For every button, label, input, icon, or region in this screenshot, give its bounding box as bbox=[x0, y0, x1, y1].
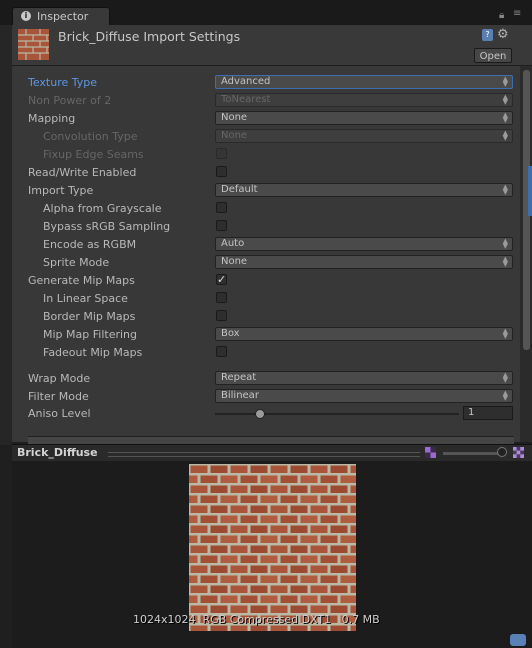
aniso-slider-track[interactable] bbox=[215, 413, 459, 415]
setting-label: Fixup Edge Seams bbox=[43, 148, 144, 161]
mip-level-slider[interactable] bbox=[443, 452, 503, 455]
setting-label: Convolution Type bbox=[43, 130, 138, 143]
setting-dropdown: ToNearest ▲ ▼ bbox=[215, 93, 513, 107]
setting-dropdown: None ▲ ▼ bbox=[215, 129, 513, 143]
setting-label: Read/Write Enabled bbox=[28, 166, 137, 179]
dropdown-value: None bbox=[221, 256, 248, 267]
mip-level-handle[interactable] bbox=[497, 447, 507, 457]
setting-row: Convolution Type None ▲ ▼ bbox=[12, 127, 520, 145]
setting-row: Mapping None ▲ ▼ bbox=[12, 109, 520, 127]
dropdown-arrow-icon: ▲ ▼ bbox=[502, 327, 508, 340]
dropdown-value: None bbox=[221, 112, 248, 123]
setting-row: Wrap Mode Repeat ▲ ▼ bbox=[12, 369, 520, 387]
setting-row: Read/Write Enabled bbox=[12, 163, 520, 181]
setting-label: Mip Map Filtering bbox=[43, 328, 137, 341]
dropdown-value: Advanced bbox=[221, 76, 271, 87]
setting-row: Non Power of 2 ToNearest ▲ ▼ bbox=[12, 91, 520, 109]
setting-row: Border Mip Maps bbox=[12, 307, 520, 325]
setting-dropdown[interactable]: Box ▲ ▼ bbox=[215, 327, 513, 341]
gear-icon[interactable]: ⚙ bbox=[497, 27, 509, 42]
left-panel-edge bbox=[0, 25, 12, 445]
mip-checker-icon[interactable] bbox=[513, 447, 524, 458]
setting-checkbox[interactable]: ✓ bbox=[216, 274, 227, 285]
dropdown-value: Box bbox=[221, 328, 240, 339]
tab-label: Inspector bbox=[37, 10, 89, 23]
help-icon[interactable]: ? bbox=[482, 29, 493, 41]
dropdown-arrow-icon: ▲ ▼ bbox=[502, 389, 508, 402]
dropdown-value: None bbox=[221, 130, 248, 141]
dropdown-value: ToNearest bbox=[221, 94, 271, 105]
setting-label: Encode as RGBM bbox=[43, 238, 137, 251]
texture-preview-image bbox=[189, 464, 356, 631]
dropdown-value: Bilinear bbox=[221, 390, 259, 401]
aniso-level-label: Aniso Level bbox=[28, 407, 91, 420]
setting-label: Alpha from Grayscale bbox=[43, 202, 162, 215]
tab-menu-icon[interactable]: ≡ bbox=[513, 8, 521, 19]
dropdown-arrow-icon: ▲ ▼ bbox=[502, 371, 508, 384]
open-button[interactable]: Open bbox=[474, 48, 512, 63]
setting-checkbox[interactable] bbox=[216, 220, 227, 231]
setting-label: Wrap Mode bbox=[28, 372, 91, 385]
dropdown-value: Repeat bbox=[221, 372, 257, 383]
preview-drag-handle[interactable] bbox=[108, 452, 420, 457]
setting-dropdown[interactable]: Repeat ▲ ▼ bbox=[215, 371, 513, 385]
setting-row: Texture Type Advanced ▲ ▼ bbox=[12, 73, 520, 91]
setting-label: Bypass sRGB Sampling bbox=[43, 220, 171, 233]
preview-title: Brick_Diffuse bbox=[17, 446, 98, 459]
dropdown-arrow-icon: ▲ ▼ bbox=[502, 75, 508, 88]
texture-info-label: 1024x1024 RGB Compressed DXT1 0.7 MB bbox=[133, 613, 380, 626]
setting-checkbox[interactable] bbox=[216, 166, 227, 177]
aniso-level-field[interactable]: 1 bbox=[463, 406, 513, 420]
texture-thumbnail bbox=[18, 29, 49, 60]
setting-label: Border Mip Maps bbox=[43, 310, 136, 323]
setting-row: Fadeout Mip Maps bbox=[12, 343, 520, 361]
dropdown-arrow-icon: ▲ ▼ bbox=[502, 129, 508, 142]
setting-row: Generate Mip Maps ✓ bbox=[12, 271, 520, 289]
setting-row: Sprite Mode None ▲ ▼ bbox=[12, 253, 520, 271]
setting-checkbox[interactable] bbox=[216, 310, 227, 321]
setting-label: Fadeout Mip Maps bbox=[43, 346, 143, 359]
setting-dropdown[interactable]: None ▲ ▼ bbox=[215, 111, 513, 125]
setting-dropdown[interactable]: Auto ▲ ▼ bbox=[215, 237, 513, 251]
tab-inspector[interactable]: i Inspector bbox=[12, 7, 110, 25]
setting-checkbox bbox=[216, 148, 227, 159]
lock-icon[interactable]: 🔒︎ bbox=[499, 10, 504, 21]
setting-label: Non Power of 2 bbox=[28, 94, 112, 107]
setting-checkbox[interactable] bbox=[216, 346, 227, 357]
dropdown-arrow-icon: ▲ ▼ bbox=[502, 93, 508, 106]
setting-row: Encode as RGBM Auto ▲ ▼ bbox=[12, 235, 520, 253]
setting-label: Generate Mip Maps bbox=[28, 274, 135, 287]
setting-checkbox[interactable] bbox=[216, 292, 227, 303]
setting-dropdown[interactable]: Bilinear ▲ ▼ bbox=[215, 389, 513, 403]
setting-row: Fixup Edge Seams bbox=[12, 145, 520, 163]
setting-row: Mip Map Filtering Box ▲ ▼ bbox=[12, 325, 520, 343]
setting-label: Sprite Mode bbox=[43, 256, 110, 269]
setting-row: Alpha from Grayscale bbox=[12, 199, 520, 217]
setting-label: Texture Type bbox=[28, 76, 98, 89]
setting-label: Import Type bbox=[28, 184, 94, 197]
dropdown-arrow-icon: ▲ ▼ bbox=[502, 183, 508, 196]
dropdown-value: Default bbox=[221, 184, 258, 195]
setting-row: Filter Mode Bilinear ▲ ▼ bbox=[12, 387, 520, 405]
alpha-toggle-icon[interactable] bbox=[425, 447, 436, 458]
setting-row: Bypass sRGB Sampling bbox=[12, 217, 520, 235]
settings-list: Texture Type Advanced ▲ ▼ Non Power of 2 ToNe… bbox=[12, 73, 520, 413]
info-icon: i bbox=[21, 11, 31, 21]
asset-label-icon[interactable] bbox=[510, 634, 526, 646]
setting-label: Filter Mode bbox=[28, 390, 89, 403]
setting-label: Mapping bbox=[28, 112, 76, 125]
setting-checkbox[interactable] bbox=[216, 202, 227, 213]
setting-dropdown[interactable]: Default ▲ ▼ bbox=[215, 183, 513, 197]
setting-dropdown[interactable]: None ▲ ▼ bbox=[215, 255, 513, 269]
scroll-highlight bbox=[528, 166, 532, 216]
dropdown-arrow-icon: ▲ ▼ bbox=[502, 111, 508, 124]
dropdown-arrow-icon: ▲ ▼ bbox=[502, 255, 508, 268]
setting-dropdown[interactable]: Advanced ▲ ▼ bbox=[215, 75, 513, 89]
dropdown-value: Auto bbox=[221, 238, 245, 249]
setting-row: In Linear Space bbox=[12, 289, 520, 307]
setting-label: In Linear Space bbox=[43, 292, 128, 305]
import-settings-title: Brick_Diffuse Import Settings bbox=[58, 29, 241, 44]
dropdown-arrow-icon: ▲ ▼ bbox=[502, 237, 508, 250]
setting-row: Import Type Default ▲ ▼ bbox=[12, 181, 520, 199]
